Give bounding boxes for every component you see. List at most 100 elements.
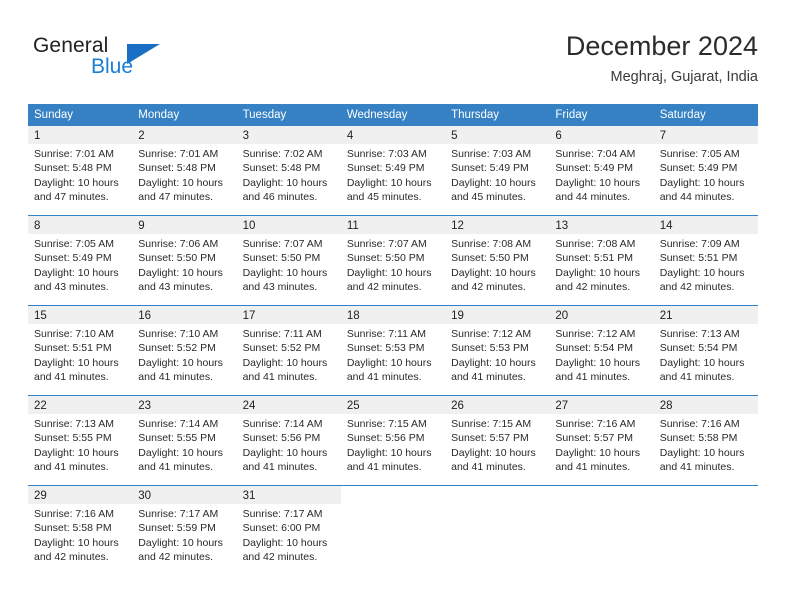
daylight-text-line2: and 44 minutes.: [555, 190, 631, 203]
daylight-text-line1: Daylight: 10 hours: [451, 446, 536, 459]
day-cell[interactable]: 6 Sunrise: 7:04 AM Sunset: 5:49 PM Daylight…: [549, 126, 654, 215]
day-number: 7: [659, 130, 667, 142]
day-number-band: 11: [340, 216, 446, 234]
day-number-band: 23: [132, 396, 237, 414]
sunrise-text: Sunrise: 7:12 AM: [555, 328, 636, 340]
day-number-band: 16: [132, 306, 237, 324]
day-number-band: 22: [28, 396, 133, 414]
weekday-header-monday: Monday: [138, 109, 180, 121]
daylight-text-line2: and 41 minutes.: [34, 370, 109, 383]
sunrise-text: Sunrise: 7:03 AM: [346, 148, 427, 160]
sunrise-text: Sunrise: 7:01 AM: [34, 148, 114, 160]
day-cell[interactable]: 12 Sunrise: 7:08 AM Sunset: 5:50 PM Dayligh…: [445, 216, 550, 305]
day-cell[interactable]: 3 Sunrise: 7:02 AM Sunset: 5:48 PM Daylight…: [236, 126, 341, 215]
day-number-band: 13: [549, 216, 654, 234]
sunrise-text: Sunrise: 7:14 AM: [138, 418, 219, 430]
day-cell[interactable]: 21 Sunrise: 7:13 AM Sunset: 5:54 PM Dayligh…: [653, 306, 758, 395]
calendar-week-row: 15 Sunrise: 7:10 AM Sunset: 5:51 PM Dayligh…: [28, 305, 758, 395]
sunrise-text: Sunrise: 7:15 AM: [346, 418, 427, 430]
day-cell[interactable]: 7 Sunrise: 7:05 AM Sunset: 5:49 PM Daylight…: [653, 126, 758, 215]
sunset-text: Sunset: 5:55 PM: [138, 432, 216, 445]
day-cell[interactable]: 22 Sunrise: 7:13 AM Sunset: 5:55 PM Dayligh…: [28, 396, 133, 485]
sunrise-text: Sunrise: 7:11 AM: [242, 328, 322, 340]
daylight-text-line2: and 42 minutes.: [242, 550, 318, 563]
weekday-header-thursday: Thursday: [451, 109, 500, 121]
day-number-band: 20: [549, 306, 654, 324]
day-number-band: 17: [236, 306, 341, 324]
day-cell[interactable]: 10 Sunrise: 7:07 AM Sunset: 5:50 PM Dayligh…: [236, 216, 341, 305]
sunset-text: Sunset: 5:51 PM: [659, 252, 738, 265]
day-info: Sunrise: 7:15 AM Sunset: 5:57 PM Daylight:…: [445, 414, 549, 474]
day-cell[interactable]: 9 Sunrise: 7:06 AM Sunset: 5:50 PM Daylight…: [132, 216, 237, 305]
day-info: Sunrise: 7:10 AM Sunset: 5:52 PM Daylight:…: [132, 324, 236, 384]
day-info: Sunrise: 7:06 AM Sunset: 5:50 PM Daylight:…: [132, 234, 236, 294]
daylight-text-line2: and 41 minutes.: [555, 370, 631, 383]
sunrise-text: Sunrise: 7:16 AM: [659, 418, 740, 430]
day-cell[interactable]: 11 Sunrise: 7:07 AM Sunset: 5:50 PM Dayligh…: [340, 216, 446, 305]
sunrise-text: Sunrise: 7:05 AM: [659, 148, 740, 160]
sunset-text: Sunset: 5:51 PM: [555, 252, 634, 265]
day-cell[interactable]: 28 Sunrise: 7:16 AM Sunset: 5:58 PM Dayligh…: [653, 396, 758, 485]
day-cell[interactable]: 24 Sunrise: 7:14 AM Sunset: 5:56 PM Dayligh…: [236, 396, 341, 485]
daylight-text-line2: and 45 minutes.: [451, 190, 526, 203]
calendar-week-row: 22 Sunrise: 7:13 AM Sunset: 5:55 PM Dayligh…: [28, 395, 758, 485]
day-info: Sunrise: 7:14 AM Sunset: 5:55 PM Daylight:…: [132, 414, 236, 474]
day-number-band: 24: [236, 396, 341, 414]
sunrise-text: Sunrise: 7:09 AM: [659, 238, 740, 250]
weekday-header-sunday: Sunday: [34, 109, 74, 121]
day-info: Sunrise: 7:16 AM Sunset: 5:58 PM Daylight:…: [28, 504, 132, 564]
day-cell[interactable]: 18 Sunrise: 7:11 AM Sunset: 5:53 PM Dayligh…: [340, 306, 446, 395]
day-cell[interactable]: 27 Sunrise: 7:16 AM Sunset: 5:57 PM Dayligh…: [549, 396, 654, 485]
daylight-text-line2: and 43 minutes.: [138, 280, 213, 293]
day-cell[interactable]: 14 Sunrise: 7:09 AM Sunset: 5:51 PM Dayligh…: [653, 216, 758, 305]
sunrise-text: Sunrise: 7:07 AM: [346, 238, 427, 250]
day-cell[interactable]: 29 Sunrise: 7:16 AM Sunset: 5:58 PM Dayligh…: [28, 486, 133, 575]
daylight-text-line2: and 46 minutes.: [242, 190, 318, 203]
day-number-band: 3: [236, 126, 341, 144]
daylight-text-line1: Daylight: 10 hours: [138, 356, 223, 369]
weekday-header-tuesday: Tuesday: [242, 109, 287, 121]
day-number: 24: [242, 400, 256, 412]
sunrise-text: Sunrise: 7:06 AM: [138, 238, 219, 250]
day-number-band: 8: [28, 216, 133, 234]
day-number-band: 6: [549, 126, 654, 144]
daylight-text-line2: and 41 minutes.: [242, 370, 318, 383]
day-cell[interactable]: 31 Sunrise: 7:17 AM Sunset: 6:00 PM Dayligh…: [236, 486, 341, 575]
sunset-text: Sunset: 5:50 PM: [138, 252, 216, 265]
day-cell[interactable]: 2 Sunrise: 7:01 AM Sunset: 5:48 PM Daylight…: [132, 126, 237, 215]
daylight-text-line1: Daylight: 10 hours: [451, 266, 536, 279]
sunrise-text: Sunrise: 7:10 AM: [34, 328, 114, 340]
sunrise-text: Sunrise: 7:02 AM: [242, 148, 323, 160]
general-blue-logo[interactable]: General Blue: [33, 34, 233, 82]
day-number-band: 29: [28, 486, 133, 504]
day-cell-empty: [549, 486, 653, 575]
day-number: 6: [555, 130, 562, 142]
day-cell[interactable]: 25 Sunrise: 7:15 AM Sunset: 5:56 PM Dayligh…: [340, 396, 446, 485]
day-number-band: [654, 486, 758, 504]
day-cell[interactable]: 8 Sunrise: 7:05 AM Sunset: 5:49 PM Daylight…: [28, 216, 133, 305]
day-number: 2: [138, 130, 145, 142]
sunrise-text: Sunrise: 7:03 AM: [451, 148, 532, 160]
day-cell[interactable]: 20 Sunrise: 7:12 AM Sunset: 5:54 PM Dayligh…: [549, 306, 654, 395]
day-cell[interactable]: 1 Sunrise: 7:01 AM Sunset: 5:48 PM Daylight…: [28, 126, 133, 215]
day-cell[interactable]: 13 Sunrise: 7:08 AM Sunset: 5:51 PM Dayligh…: [549, 216, 654, 305]
daylight-text-line2: and 41 minutes.: [138, 370, 213, 383]
day-cell[interactable]: 4 Sunrise: 7:03 AM Sunset: 5:49 PM Daylight…: [340, 126, 446, 215]
day-info: Sunrise: 7:01 AM Sunset: 5:48 PM Daylight:…: [28, 144, 132, 204]
day-cell[interactable]: 15 Sunrise: 7:10 AM Sunset: 5:51 PM Dayligh…: [28, 306, 133, 395]
day-info: Sunrise: 7:08 AM Sunset: 5:51 PM Daylight:…: [549, 234, 653, 294]
sunset-text: Sunset: 5:53 PM: [451, 342, 529, 355]
calendar-grid: Sunday Monday Tuesday Wednesday Thursday Frid…: [28, 104, 758, 575]
day-number: 30: [138, 490, 152, 502]
sunrise-text: Sunrise: 7:12 AM: [451, 328, 532, 340]
day-number-band: 31: [236, 486, 341, 504]
day-cell[interactable]: 5 Sunrise: 7:03 AM Sunset: 5:49 PM Daylight…: [445, 126, 550, 215]
day-cell[interactable]: 16 Sunrise: 7:10 AM Sunset: 5:52 PM Dayligh…: [132, 306, 237, 395]
day-number: 13: [555, 220, 569, 232]
day-cell[interactable]: 26 Sunrise: 7:15 AM Sunset: 5:57 PM Dayligh…: [445, 396, 550, 485]
day-number: 31: [242, 490, 256, 502]
day-cell[interactable]: 23 Sunrise: 7:14 AM Sunset: 5:55 PM Dayligh…: [132, 396, 237, 485]
day-cell[interactable]: 17 Sunrise: 7:11 AM Sunset: 5:52 PM Dayligh…: [236, 306, 341, 395]
day-cell[interactable]: 30 Sunrise: 7:17 AM Sunset: 5:59 PM Dayligh…: [132, 486, 237, 575]
day-cell[interactable]: 19 Sunrise: 7:12 AM Sunset: 5:53 PM Dayligh…: [445, 306, 550, 395]
